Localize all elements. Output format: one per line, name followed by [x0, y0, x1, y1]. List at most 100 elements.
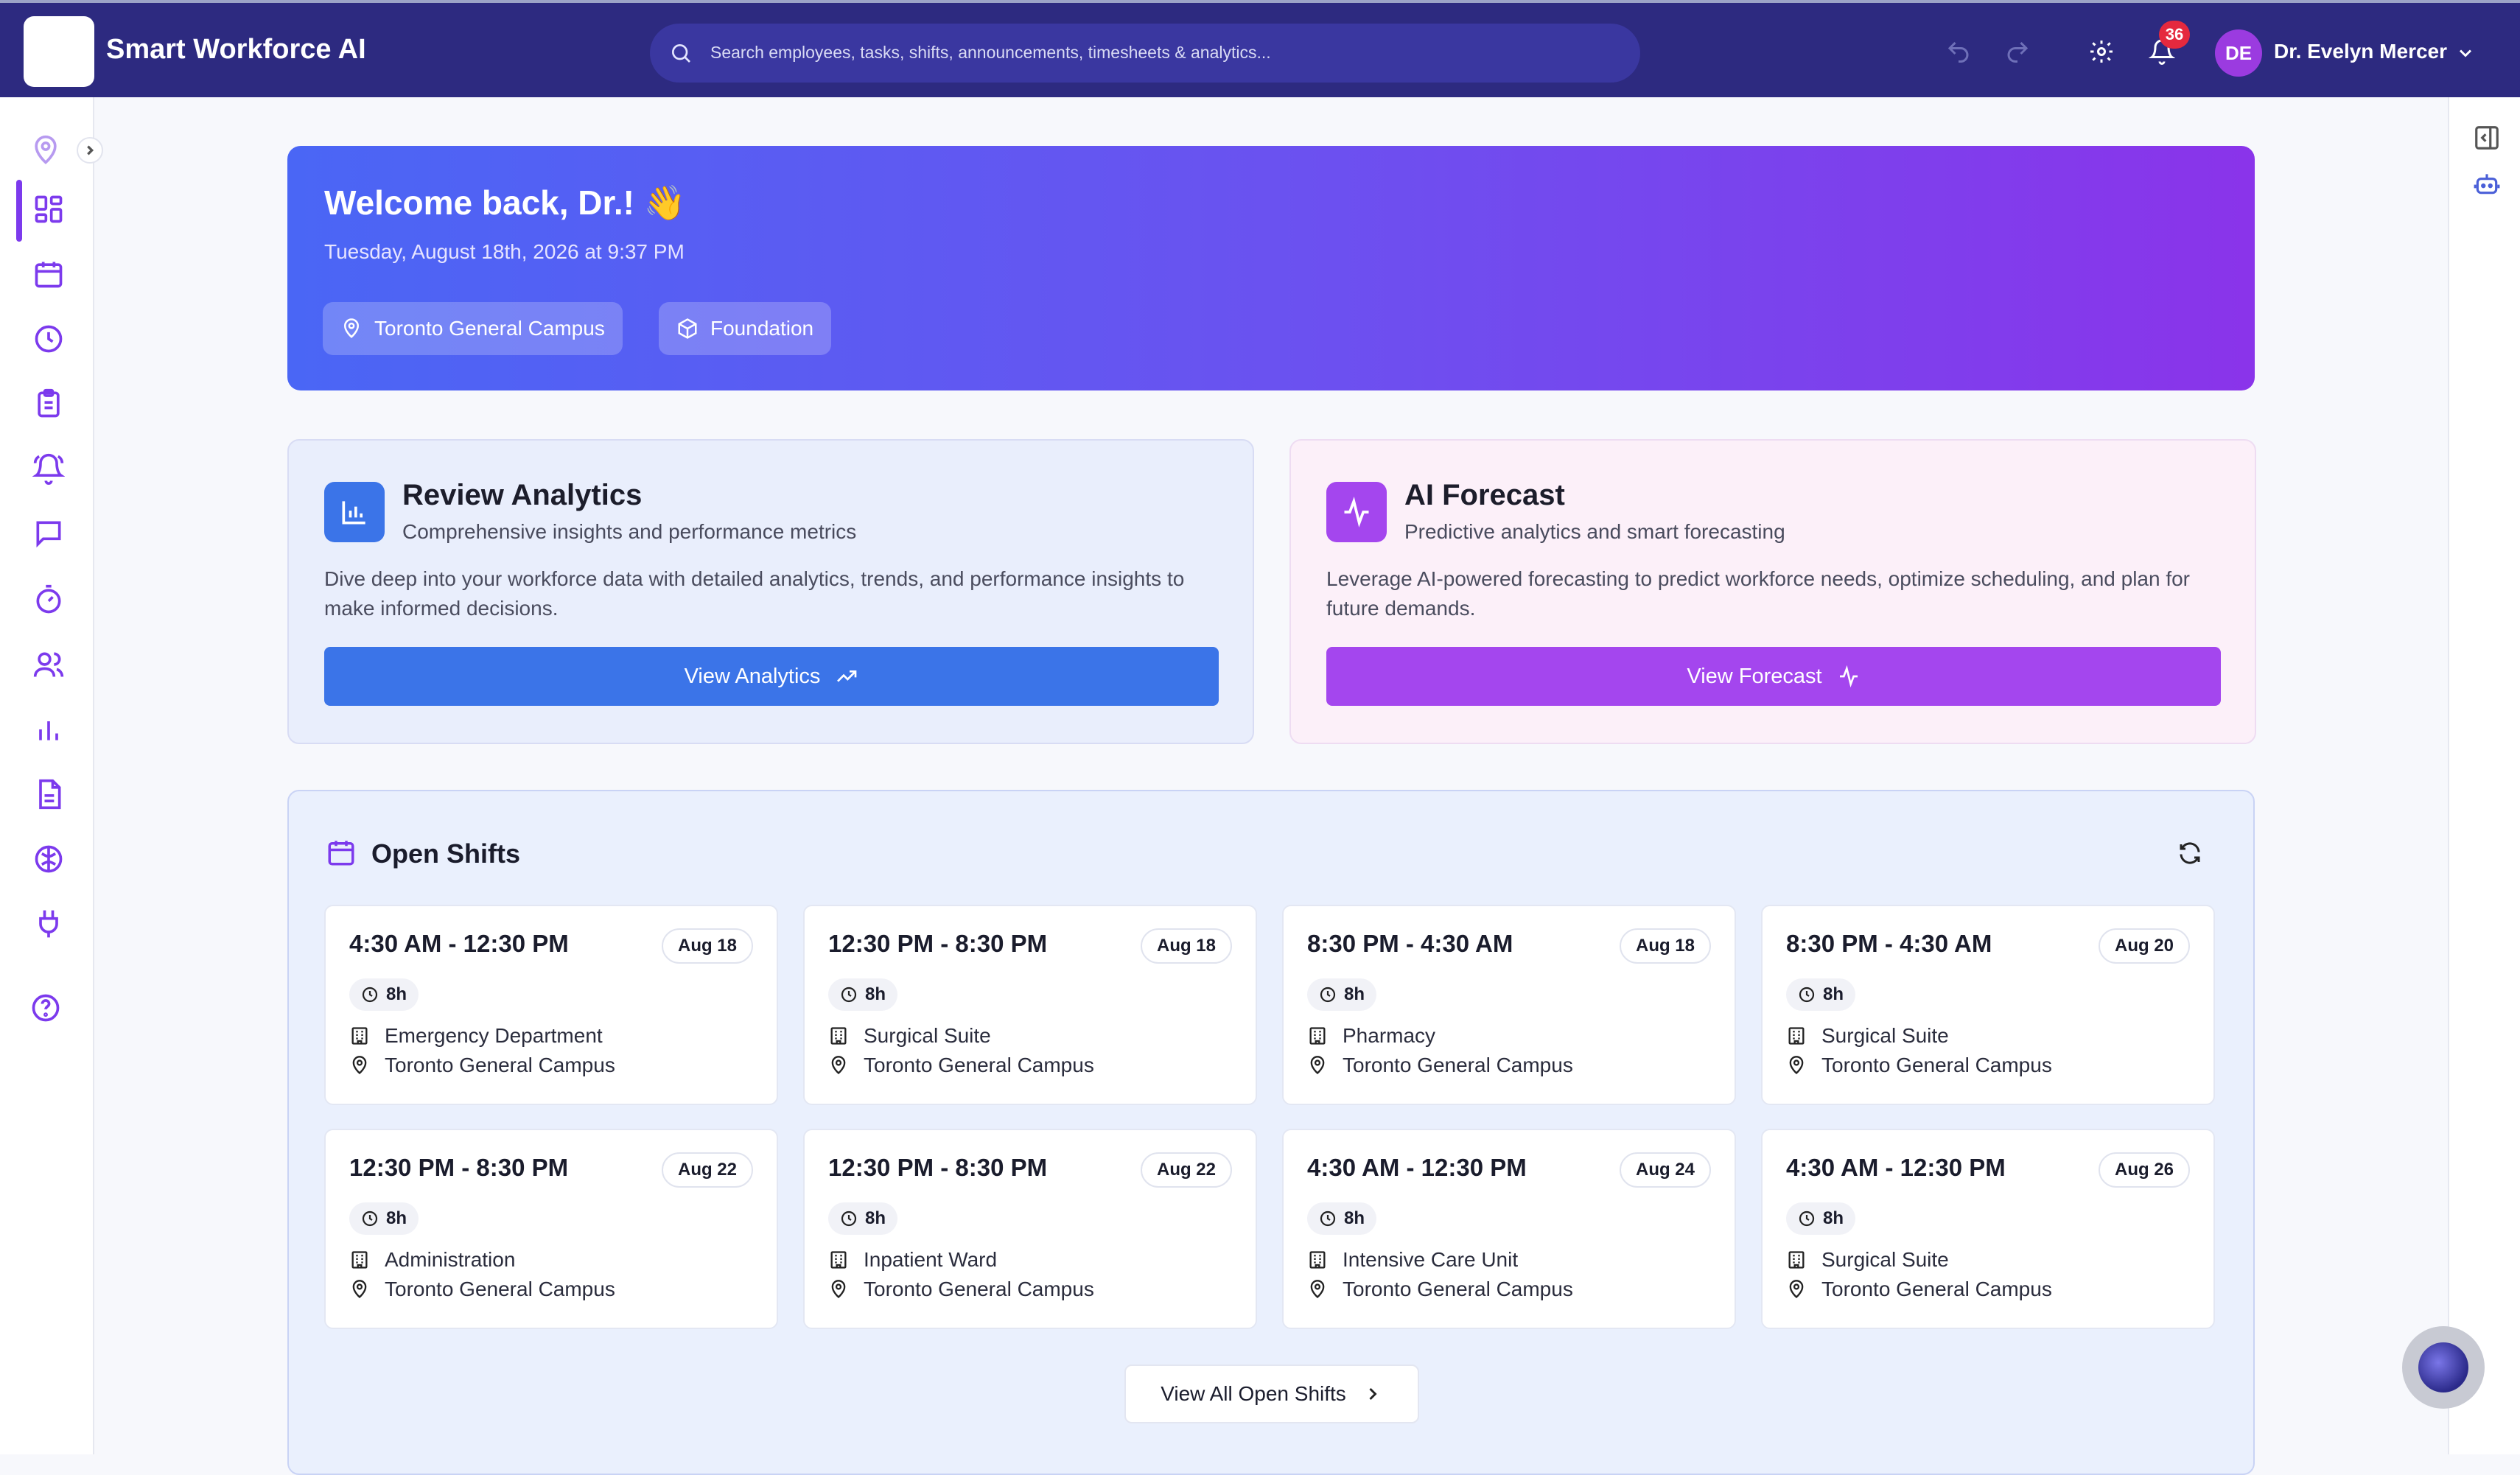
shift-card[interactable]: 4:30 AM - 12:30 PM Aug 24 8h Intensive Care… [1282, 1129, 1736, 1329]
card-subtitle: Comprehensive insights and performance m… [402, 520, 857, 543]
shift-department-row: Emergency Department [349, 1024, 603, 1048]
shift-date-badge: Aug 26 [2098, 1152, 2190, 1188]
ai-bot-icon[interactable] [2473, 169, 2501, 197]
shift-card[interactable]: 12:30 PM - 8:30 PM Aug 18 8h Surgical Suite… [803, 905, 1257, 1105]
view-forecast-button[interactable]: View Forecast [1326, 647, 2221, 706]
shift-duration: 8h [1344, 984, 1365, 1004]
view-all-open-shifts-button[interactable]: View All Open Shifts [1124, 1364, 1419, 1423]
shift-date-badge: Aug 18 [1619, 928, 1711, 964]
user-name[interactable]: Dr. Evelyn Mercer [2274, 40, 2447, 63]
shift-time: 4:30 AM - 12:30 PM [1307, 1154, 1527, 1181]
location-pin-icon [831, 1056, 846, 1075]
open-shifts-panel: Open Shifts 4:30 AM - 12:30 PM Aug 18 8h Em… [287, 790, 2255, 1475]
shift-date-badge: Aug 22 [661, 1152, 753, 1188]
shift-duration-badge: 8h [349, 978, 419, 1011]
shift-location-row: Toronto General Campus [1307, 1054, 1573, 1077]
sidebar [0, 97, 94, 1454]
document-icon[interactable] [32, 778, 65, 810]
clipboard-icon[interactable] [32, 388, 65, 420]
timer-icon[interactable] [32, 584, 65, 616]
shift-card[interactable]: 12:30 PM - 8:30 PM Aug 22 8h Administration… [324, 1129, 778, 1329]
shift-duration-badge: 8h [828, 978, 898, 1011]
refresh-icon[interactable] [2177, 840, 2203, 866]
shift-date-badge: Aug 18 [661, 928, 753, 964]
user-avatar[interactable]: DE [2215, 29, 2262, 77]
settings-gear-icon[interactable] [2088, 38, 2115, 65]
ai-orb-icon [2418, 1342, 2468, 1392]
shift-card[interactable]: 8:30 PM - 4:30 AM Aug 18 8h Pharmacy Toronto… [1282, 905, 1736, 1105]
help-icon[interactable] [29, 992, 62, 1024]
shift-location-row: Toronto General Campus [349, 1054, 615, 1077]
search-placeholder: Search employees, tasks, shifts, announc… [710, 43, 1271, 62]
sidebar-expand-toggle[interactable] [77, 137, 103, 164]
shift-location-row: Toronto General Campus [1307, 1278, 1573, 1301]
brain-icon[interactable] [32, 843, 65, 875]
shift-location: Toronto General Campus [385, 1278, 615, 1300]
view-analytics-button[interactable]: View Analytics [324, 647, 1219, 706]
bar-chart-icon[interactable] [32, 713, 65, 746]
card-title: AI Forecast [1404, 479, 1565, 511]
chevron-down-icon[interactable] [2455, 43, 2476, 63]
ai-assistant-fab[interactable] [2402, 1326, 2485, 1409]
shift-card[interactable]: 4:30 AM - 12:30 PM Aug 18 8h Emergency Depa… [324, 905, 778, 1105]
redo-icon[interactable] [2004, 38, 2031, 65]
shift-duration: 8h [1823, 984, 1844, 1004]
shift-time: 12:30 PM - 8:30 PM [349, 1154, 569, 1181]
shift-department-row: Inpatient Ward [828, 1248, 997, 1272]
shift-card[interactable]: 4:30 AM - 12:30 PM Aug 26 8h Surgical Suite… [1761, 1129, 2215, 1329]
shift-department-row: Surgical Suite [1786, 1248, 1949, 1272]
search-icon [672, 44, 690, 63]
plug-icon[interactable] [32, 908, 65, 940]
clock-icon[interactable] [32, 323, 65, 355]
location-chip[interactable]: Toronto General Campus [323, 302, 623, 355]
clock-icon [1799, 987, 1815, 1003]
building-icon [830, 1027, 847, 1045]
shift-department: Surgical Suite [864, 1024, 991, 1047]
app-logo[interactable] [24, 16, 94, 87]
shift-duration: 8h [386, 1208, 407, 1228]
location-pin-icon [1310, 1056, 1325, 1075]
shift-location: Toronto General Campus [1821, 1278, 2052, 1300]
plan-chip[interactable]: Foundation [659, 302, 832, 355]
shift-department: Emergency Department [385, 1024, 603, 1047]
clock-icon [1320, 987, 1336, 1003]
shift-location: Toronto General Campus [1343, 1278, 1573, 1300]
location-pin-icon[interactable] [29, 134, 62, 167]
global-search[interactable]: Search employees, tasks, shifts, announc… [650, 24, 1640, 83]
ai-forecast-card: AI Forecast Predictive analytics and sma… [1289, 439, 2256, 744]
shift-card[interactable]: 12:30 PM - 8:30 PM Aug 22 8h Inpatient Ward… [803, 1129, 1257, 1329]
location-pin-icon [1789, 1280, 1804, 1299]
button-label: View Analytics [684, 664, 821, 688]
shift-department-row: Pharmacy [1307, 1024, 1435, 1048]
current-datetime: Tuesday, August 18th, 2026 at 9:37 PM [324, 240, 685, 263]
card-description: Dive deep into your workforce data with … [324, 567, 1185, 620]
chevron-right-icon [1369, 1387, 1377, 1401]
clock-icon [362, 987, 378, 1003]
plan-chip-label: Foundation [710, 317, 814, 340]
shift-department-row: Surgical Suite [828, 1024, 991, 1048]
button-label: View All Open Shifts [1161, 1382, 1346, 1405]
bell-alert-icon[interactable] [32, 452, 65, 485]
calendar-icon[interactable] [32, 258, 65, 290]
shift-department-row: Surgical Suite [1786, 1024, 1949, 1048]
card-description: Leverage AI-powered forecasting to predi… [1326, 567, 2191, 620]
users-icon[interactable] [32, 648, 65, 681]
shift-location-row: Toronto General Campus [349, 1278, 615, 1301]
panel-toggle-icon[interactable] [2473, 124, 2501, 152]
shift-location: Toronto General Campus [864, 1054, 1094, 1076]
location-pin-icon [352, 1280, 367, 1299]
shift-department: Intensive Care Unit [1343, 1248, 1519, 1271]
open-shifts-title: Open Shifts [371, 838, 521, 869]
building-icon [351, 1251, 368, 1269]
chat-icon[interactable] [32, 517, 65, 550]
dashboard-icon[interactable] [32, 193, 65, 225]
undo-icon[interactable] [1945, 38, 1972, 65]
right-rail [2448, 97, 2520, 1454]
clock-icon [1799, 1211, 1815, 1227]
shift-location-row: Toronto General Campus [1786, 1054, 2052, 1077]
shift-department-row: Administration [349, 1248, 515, 1272]
shift-duration-badge: 8h [828, 1202, 898, 1235]
trending-up-icon [837, 670, 857, 682]
shift-location: Toronto General Campus [1821, 1054, 2052, 1076]
shift-card[interactable]: 8:30 PM - 4:30 AM Aug 20 8h Surgical Suite T… [1761, 905, 2215, 1105]
